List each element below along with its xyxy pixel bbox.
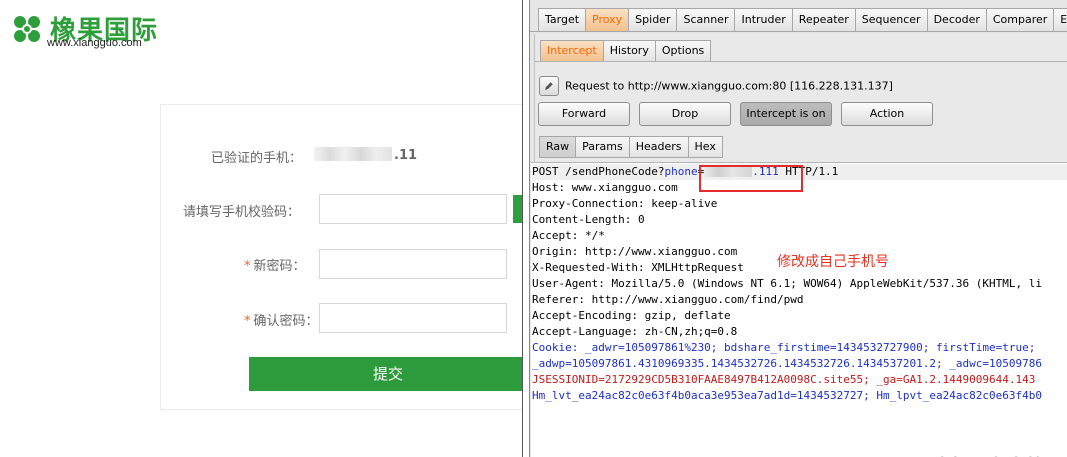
intercept-toggle-button[interactable]: Intercept is on: [740, 102, 832, 126]
confirm-password-label-text: 确认密码：: [253, 314, 319, 329]
tab-scanner[interactable]: Scanner: [676, 8, 735, 32]
site-logo[interactable]: 橡果国际 www.xiangguo.com: [10, 10, 180, 54]
screenshot-root: 橡果国际 www.xiangguo.com 已验证的手机： .11 请填写手机校…: [0, 0, 1067, 457]
tab-decoder[interactable]: Decoder: [926, 8, 986, 32]
wooyun-watermark: www.wooyun.org: [861, 449, 1046, 457]
proxy-panel: Intercept History Options Request to http:…: [531, 34, 1067, 457]
tab-intercept[interactable]: Intercept: [540, 40, 603, 62]
message-view-tabs: Raw Params Headers Hex: [539, 136, 723, 158]
request-target: Request to http://www.xiangguo.com:80 [1…: [565, 79, 893, 93]
burp-main-tabs: Target Proxy Spider Scanner Intruder Repeater…: [538, 8, 1067, 32]
confirm-password-input[interactable]: [319, 303, 507, 333]
header-line: X-Requested-With: XMLHttpRequest: [532, 261, 744, 274]
tab-intruder[interactable]: Intruder: [734, 8, 792, 32]
proxy-subtabs: Intercept History Options: [540, 40, 712, 62]
header-line: Accept-Encoding: gzip, deflate: [532, 309, 731, 322]
raw-request-editor[interactable]: POST /sendPhoneCode?phone= .111 HTTP/1.1 …: [531, 162, 1067, 457]
tab-sequencer[interactable]: Sequencer: [854, 8, 927, 32]
tab-comparer[interactable]: Comparer: [985, 8, 1054, 32]
tab-raw[interactable]: Raw: [539, 136, 576, 158]
verified-phone-label: 已验证的手机：: [211, 151, 303, 166]
tab-repeater[interactable]: Repeater: [791, 8, 855, 32]
request-info: Request to http://www.xiangguo.com:80 [1…: [539, 76, 893, 96]
header-line: Accept-Language: zh-CN,zh;q=0.8: [532, 325, 738, 338]
header-line: Content-Length: 0: [532, 213, 645, 226]
new-password-input[interactable]: [319, 249, 507, 279]
header-line: Referer: http://www.xiangguo.com/find/pw…: [532, 293, 804, 306]
request-method-path: POST /sendPhoneCode?: [532, 165, 665, 178]
tab-target[interactable]: Target: [538, 8, 586, 32]
new-password-label: * 新密码：: [244, 255, 306, 274]
drop-button[interactable]: Drop: [639, 102, 731, 126]
tab-headers[interactable]: Headers: [628, 136, 688, 158]
submit-button[interactable]: 提交: [249, 357, 527, 391]
redacted-blur: [314, 147, 392, 161]
tab-spider[interactable]: Spider: [628, 8, 677, 32]
window-divider: [522, 0, 530, 457]
tab-underline: [530, 31, 1067, 32]
verification-code-input[interactable]: [319, 194, 507, 224]
header-line: Proxy-Connection: keep-alive: [532, 197, 718, 210]
reset-password-form: 已验证的手机： .11 请填写手机校验码： * 新密码： * 确认密码： 提交: [160, 104, 527, 410]
verified-phone-tail: .11: [394, 148, 418, 163]
confirm-password-label: * 确认密码：: [244, 310, 319, 329]
required-mark: *: [244, 259, 251, 274]
subtab-underline: [535, 61, 1067, 62]
acorn-logo-icon: [14, 16, 40, 42]
forward-button[interactable]: Forward: [538, 102, 630, 126]
param-name: phone: [664, 165, 698, 178]
tab-extender[interactable]: Ext: [1053, 8, 1067, 32]
burp-suite-window: Target Proxy Spider Scanner Intruder Repeater…: [530, 0, 1067, 457]
cookie-line: Cookie: _adwr=105097861%230; bdshare_fir…: [532, 341, 1036, 354]
edit-pencil-icon[interactable]: [539, 76, 559, 96]
tab-proxy[interactable]: Proxy: [585, 8, 629, 32]
tab-history[interactable]: History: [602, 40, 655, 62]
header-line: Origin: http://www.xiangguo.com: [532, 245, 738, 258]
new-password-label-text: 新密码：: [253, 259, 306, 274]
cookie-line: JSESSIONID=2172929CD5B310FAAE8497B412A00…: [532, 373, 1036, 386]
logo-url: www.xiangguo.com: [47, 37, 142, 49]
verified-phone-value: .11: [314, 147, 417, 163]
action-button[interactable]: Action: [841, 102, 933, 126]
tab-params[interactable]: Params: [575, 136, 629, 158]
verification-code-label: 请填写手机校验码：: [183, 205, 301, 220]
cookie-line: Hm_lvt_ea24ac82c0e63f4b0aca3e953ea7ad1d=…: [532, 389, 1042, 402]
tab-options[interactable]: Options: [654, 40, 712, 62]
tab-hex[interactable]: Hex: [687, 136, 723, 158]
cookie-line: _adwp=105097861.4310969335.1434532726.14…: [532, 357, 1042, 370]
required-mark: *: [244, 314, 251, 329]
header-line: Accept: */*: [532, 229, 605, 242]
header-line: Host: www.xiangguo.com: [532, 181, 678, 194]
phone-highlight-box: [699, 165, 803, 192]
website-panel: 橡果国际 www.xiangguo.com 已验证的手机： .11 请填写手机校…: [0, 0, 527, 457]
annotation-note: 修改成自己手机号: [777, 254, 889, 270]
header-line: User-Agent: Mozilla/5.0 (Windows NT 6.1;…: [532, 277, 1042, 290]
